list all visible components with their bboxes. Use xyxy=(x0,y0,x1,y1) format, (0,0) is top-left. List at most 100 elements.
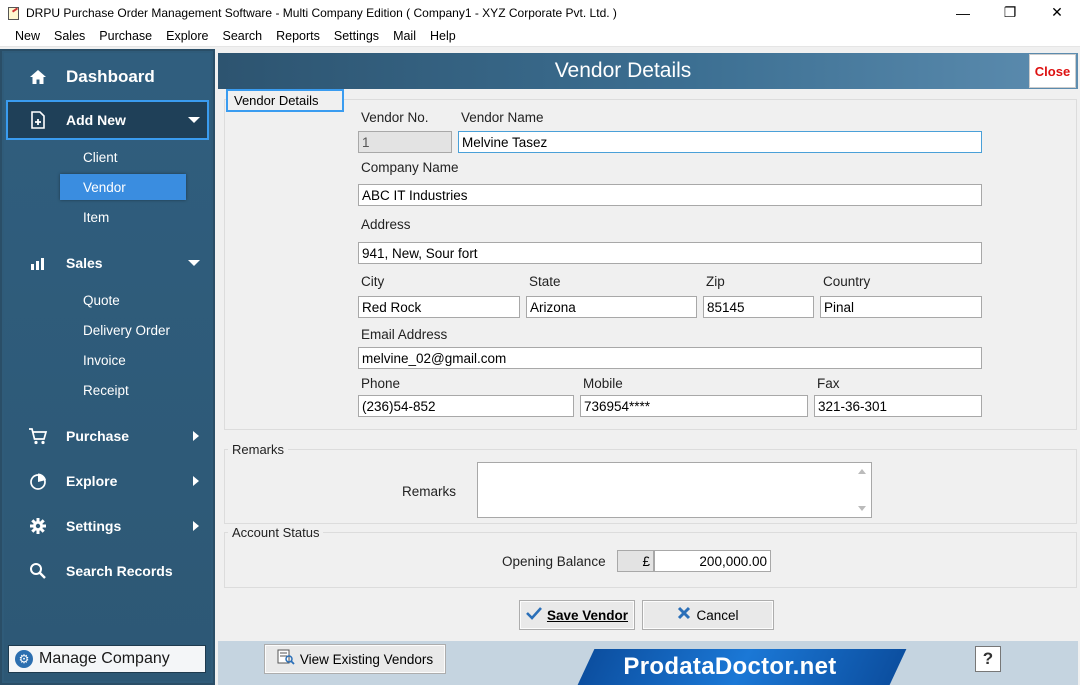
bar-chart-icon xyxy=(28,253,48,273)
menu-purchase[interactable]: Purchase xyxy=(92,29,159,43)
zip-field[interactable]: 85145 xyxy=(703,296,814,318)
sidebar-label-settings: Settings xyxy=(66,518,122,534)
email-label: Email Address xyxy=(361,327,448,342)
country-label: Country xyxy=(823,274,871,289)
opening-balance-label: Opening Balance xyxy=(502,554,606,569)
sidebar-item-quote[interactable]: Quote xyxy=(60,287,186,313)
menu-settings[interactable]: Settings xyxy=(327,29,386,43)
manage-company-button[interactable]: ⚙ Manage Company xyxy=(8,645,206,673)
sidebar-label-purchase: Purchase xyxy=(66,428,130,444)
save-vendor-button[interactable]: Save Vendor xyxy=(519,600,635,630)
fax-field[interactable]: 321-36-301 xyxy=(814,395,982,417)
menu-help[interactable]: Help xyxy=(423,29,463,43)
maximize-button[interactable]: ❐ xyxy=(987,0,1033,25)
address-label: Address xyxy=(361,217,411,232)
address-field[interactable]: 941, New, Sour fort xyxy=(358,242,982,264)
search-icon xyxy=(28,561,48,581)
city-label: City xyxy=(361,274,385,289)
help-button[interactable]: ? xyxy=(975,646,1001,672)
menu-search[interactable]: Search xyxy=(216,29,270,43)
state-field[interactable]: Arizona xyxy=(526,296,697,318)
menu-new[interactable]: New xyxy=(8,29,47,43)
country-field[interactable]: Pinal xyxy=(820,296,982,318)
mobile-field[interactable]: 736954**** xyxy=(580,395,808,417)
view-existing-vendors-button[interactable]: View Existing Vendors xyxy=(264,644,446,674)
sidebar-item-search-records[interactable]: Search Records xyxy=(2,551,213,591)
sidebar-label-search-records: Search Records xyxy=(66,563,173,579)
chevron-right-icon xyxy=(193,521,199,531)
sidebar-item-purchase[interactable]: Purchase xyxy=(2,416,213,456)
sidebar-label-dashboard: Dashboard xyxy=(66,67,155,86)
company-name-label: Company Name xyxy=(361,160,459,175)
cancel-label: Cancel xyxy=(696,607,739,623)
home-icon xyxy=(28,67,48,87)
phone-field[interactable]: (236)54-852 xyxy=(358,395,574,417)
phone-label: Phone xyxy=(361,376,401,391)
gear-icon xyxy=(28,516,48,536)
brand-logo-text: ProdataDoctor.net xyxy=(623,653,837,680)
sidebar-item-settings[interactable]: Settings xyxy=(2,506,213,546)
window-title: DRPU Purchase Order Management Software … xyxy=(26,5,617,20)
app-icon xyxy=(6,6,20,20)
chevron-right-icon xyxy=(193,476,199,486)
cart-icon xyxy=(28,426,48,446)
state-label: State xyxy=(529,274,561,289)
page-header: Vendor Details Close xyxy=(218,53,1078,89)
cancel-button[interactable]: Cancel xyxy=(642,600,774,630)
email-field[interactable]: melvine_02@gmail.com xyxy=(358,347,982,369)
currency-symbol: £ xyxy=(617,550,654,572)
sidebar-item-client[interactable]: Client xyxy=(60,144,186,170)
remarks-textarea[interactable] xyxy=(477,462,872,518)
chevron-down-icon xyxy=(188,260,200,266)
sidebar-item-item[interactable]: Item xyxy=(60,204,186,230)
company-name-field[interactable]: ABC IT Industries xyxy=(358,184,982,206)
vendor-no-field: 1 xyxy=(358,131,452,153)
checkmark-icon xyxy=(526,606,542,625)
vendor-name-label: Vendor Name xyxy=(461,110,544,125)
sidebar-label-sales: Sales xyxy=(66,255,103,271)
remarks-group-label: Remarks xyxy=(228,442,289,457)
add-document-icon xyxy=(28,110,48,130)
mobile-label: Mobile xyxy=(583,376,623,391)
sidebar-item-receipt[interactable]: Receipt xyxy=(60,377,186,403)
zip-label: Zip xyxy=(706,274,725,289)
gear-icon: ⚙ xyxy=(15,650,33,668)
account-status-group-label: Account Status xyxy=(228,525,324,540)
minimize-button[interactable]: — xyxy=(940,0,986,25)
sidebar-item-delivery-order[interactable]: Delivery Order xyxy=(60,317,186,343)
view-existing-vendors-label: View Existing Vendors xyxy=(299,651,434,667)
sidebar-item-vendor[interactable]: Vendor xyxy=(60,174,186,200)
remarks-scrollbar[interactable] xyxy=(854,463,871,517)
sidebar-label-explore: Explore xyxy=(66,473,118,489)
page-title: Vendor Details xyxy=(554,59,692,82)
title-bar: DRPU Purchase Order Management Software … xyxy=(0,0,1080,25)
menu-mail[interactable]: Mail xyxy=(386,29,423,43)
sidebar-label-add-new: Add New xyxy=(66,112,126,128)
menu-reports[interactable]: Reports xyxy=(269,29,327,43)
vendor-name-field[interactable]: Melvine Tasez xyxy=(458,131,982,153)
manage-company-label: Manage Company xyxy=(39,650,170,667)
remarks-label: Remarks xyxy=(402,484,457,499)
sidebar-item-add-new[interactable]: Add New xyxy=(2,100,213,140)
scroll-down-icon[interactable] xyxy=(858,506,866,511)
menu-bar: New Sales Purchase Explore Search Report… xyxy=(0,25,1080,47)
pie-chart-icon xyxy=(28,471,48,491)
menu-explore[interactable]: Explore xyxy=(159,29,215,43)
menu-sales[interactable]: Sales xyxy=(47,29,92,43)
opening-balance-field[interactable]: 200,000.00 xyxy=(654,550,771,572)
sidebar-item-invoice[interactable]: Invoice xyxy=(60,347,186,373)
list-magnifier-icon xyxy=(277,649,295,670)
sidebar: Dashboard Add New Client Vendor Item Sal… xyxy=(0,49,215,685)
sidebar-item-sales[interactable]: Sales xyxy=(2,243,213,283)
scroll-up-icon[interactable] xyxy=(858,469,866,474)
window-close-button[interactable]: ✕ xyxy=(1034,0,1080,25)
fax-label: Fax xyxy=(817,376,840,391)
city-field[interactable]: Red Rock xyxy=(358,296,520,318)
cancel-x-icon xyxy=(677,606,691,625)
sidebar-item-explore[interactable]: Explore xyxy=(2,461,213,501)
vendor-no-label: Vendor No. xyxy=(361,110,429,125)
chevron-down-icon xyxy=(188,117,200,123)
vendor-details-group-label: Vendor Details xyxy=(226,89,344,112)
close-button[interactable]: Close xyxy=(1029,54,1076,88)
sidebar-item-dashboard[interactable]: Dashboard xyxy=(2,57,213,97)
